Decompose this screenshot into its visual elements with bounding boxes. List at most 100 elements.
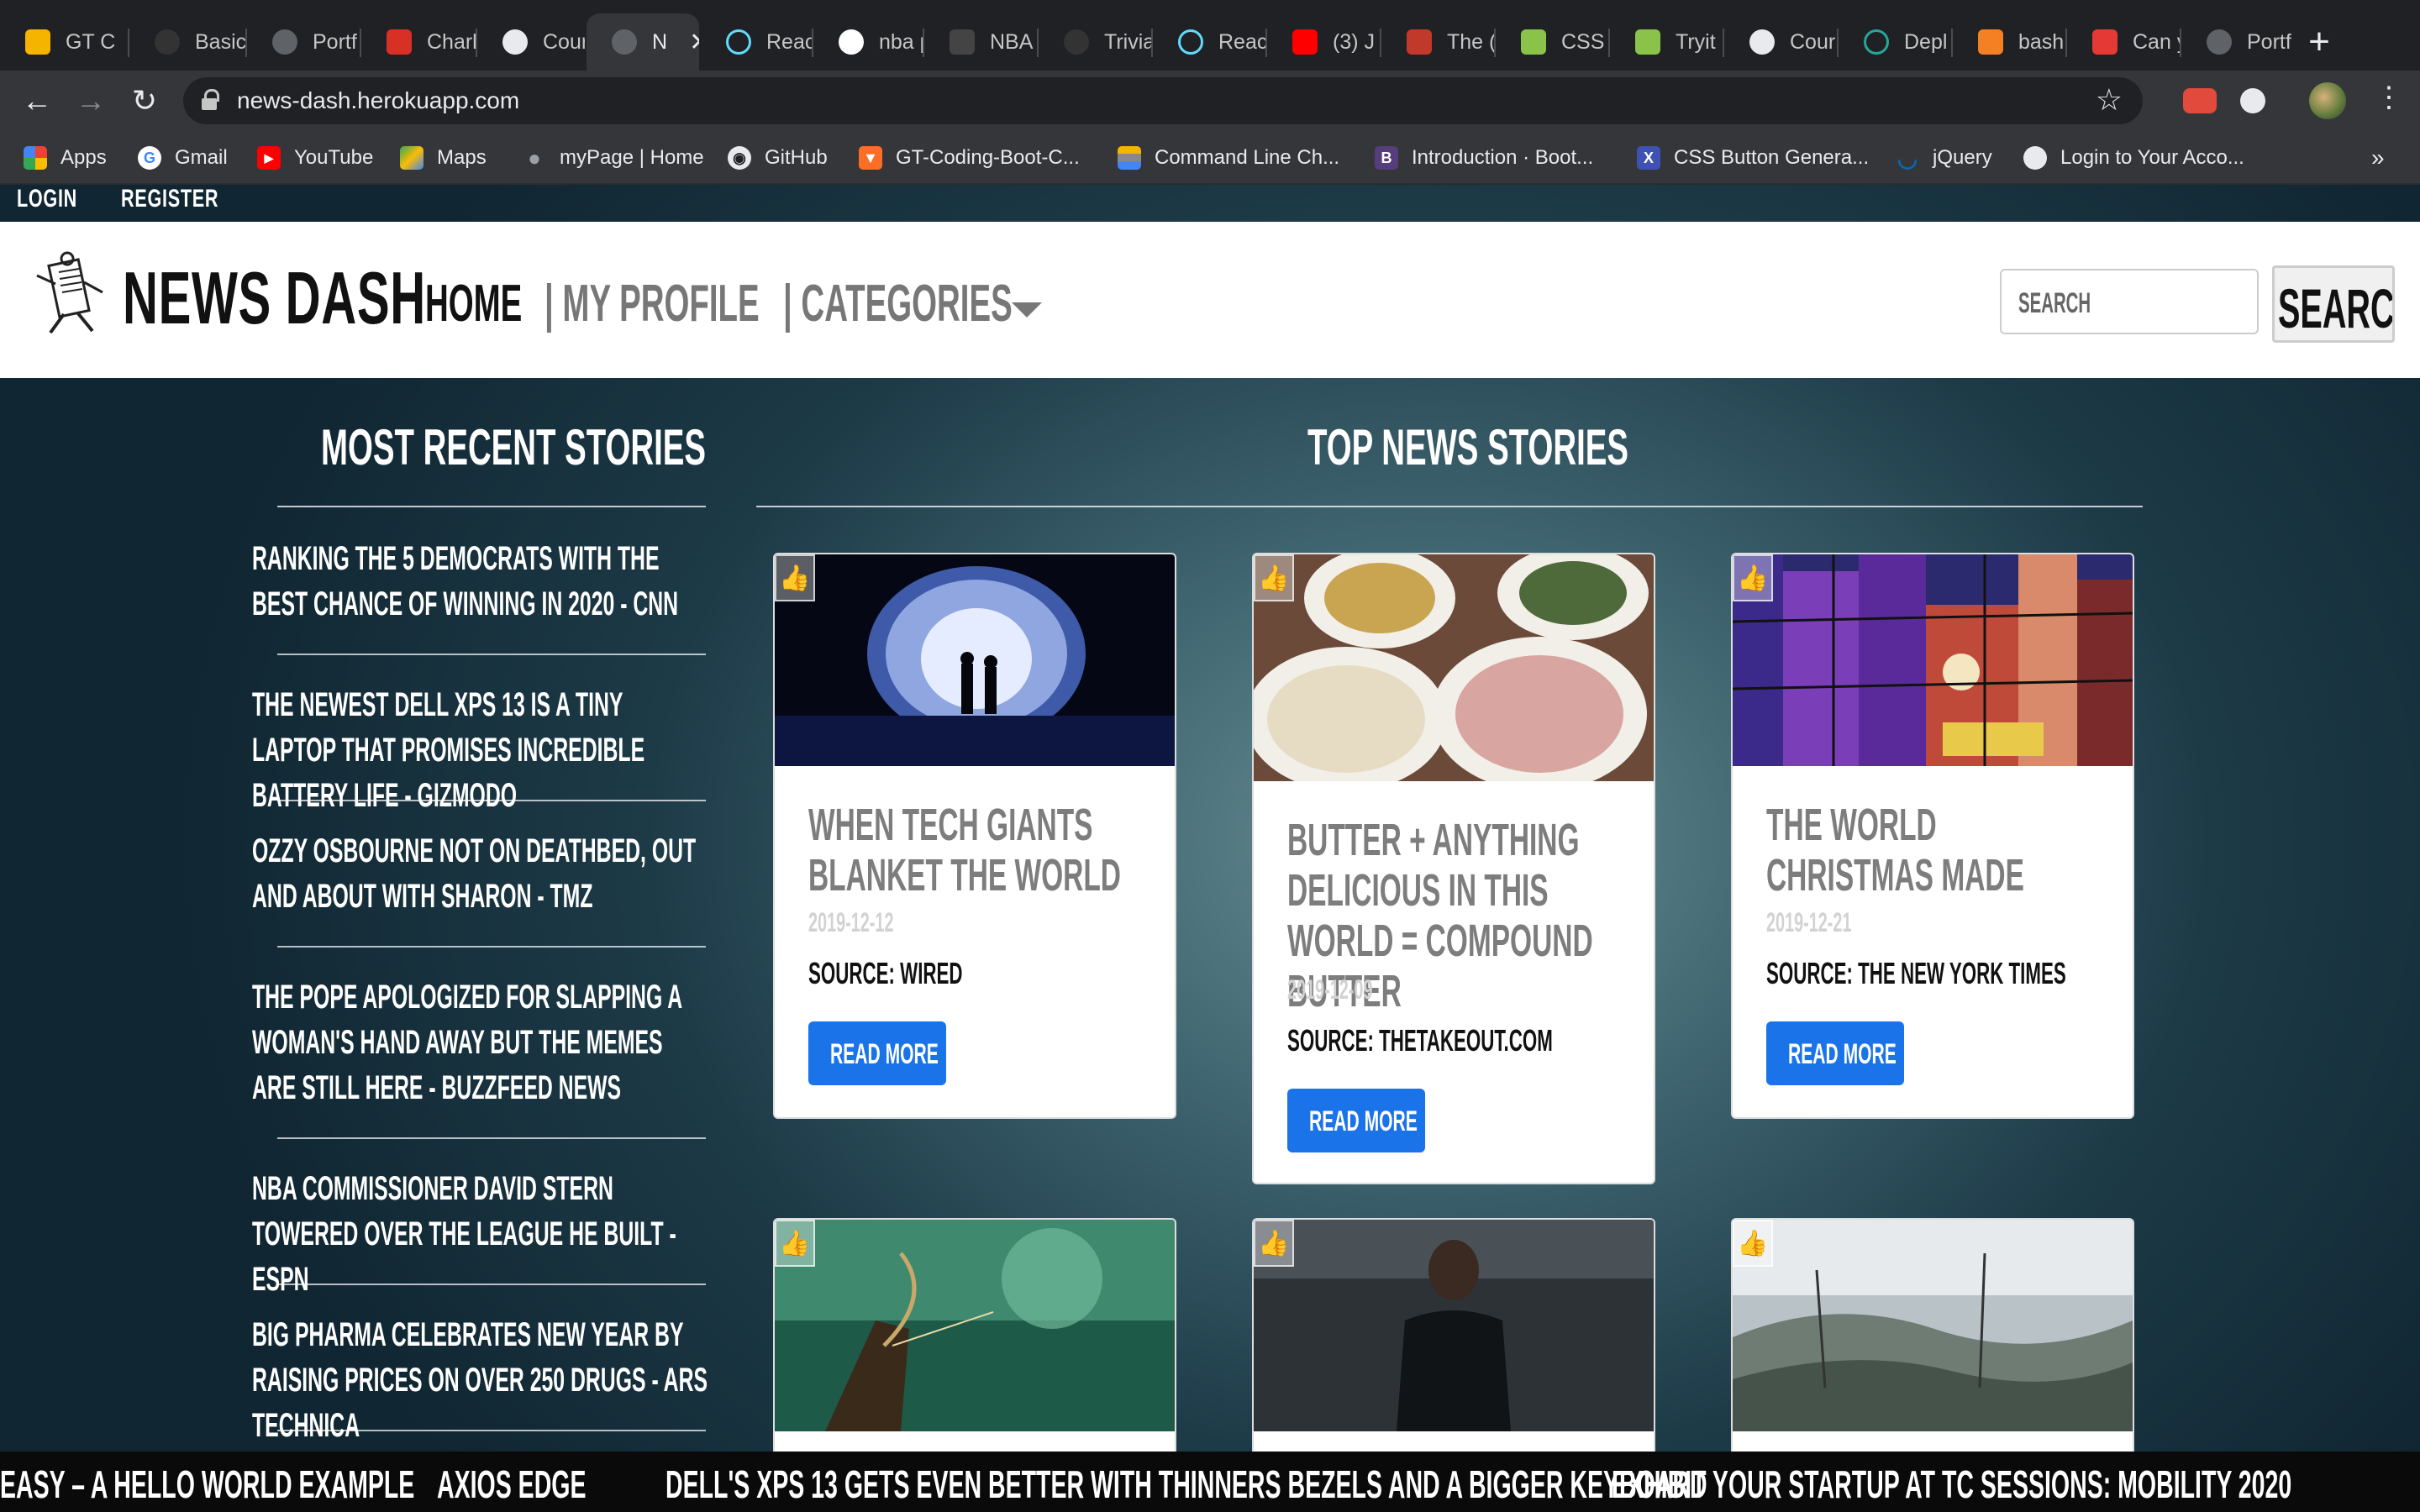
bookmark-css-button[interactable]: X CSS Button Genera... <box>1637 141 1869 175</box>
browser-tab[interactable]: Trivia <box>1039 13 1151 71</box>
browser-tab[interactable]: bash <box>1953 13 2065 71</box>
browser-tab[interactable]: Portf <box>2181 13 2294 71</box>
browser-tab[interactable]: Portf <box>247 13 360 71</box>
lock-icon <box>202 89 219 111</box>
back-arrow-icon[interactable]: ← <box>15 79 59 123</box>
globe-icon <box>272 29 297 55</box>
read-more-button[interactable]: READ MORE <box>1287 1089 1425 1152</box>
news-card[interactable]: 👍 Butter + Anything Delicious in This Wo… <box>1252 553 1655 1184</box>
bookmark-youtube[interactable]: ▶ YouTube <box>257 141 373 175</box>
globe-icon <box>2023 146 2047 170</box>
card-image <box>1254 1220 1654 1431</box>
browser-tab[interactable]: GT C <box>0 13 128 71</box>
recent-story-link[interactable]: The newest Dell XPS 13 is a tiny laptop … <box>252 682 739 818</box>
thumbs-up-icon[interactable]: 👍 <box>775 554 815 601</box>
browser-tab[interactable]: CSS <box>1496 13 1608 71</box>
site-brand[interactable]: NEWS DASH <box>123 255 426 341</box>
register-link[interactable]: REGISTER <box>121 185 218 222</box>
ticker-item[interactable]: EASY – A HELLO WORLD EXAMPLE <box>0 1462 414 1507</box>
forward-arrow-icon[interactable]: → <box>69 79 113 123</box>
news-card[interactable]: 👍 When Tech Giants Blanket the World 201… <box>773 553 1176 1119</box>
bookmark-apps[interactable]: Apps <box>24 141 107 175</box>
newspaper-mascot-logo[interactable] <box>25 250 113 338</box>
extension-icon[interactable] <box>2240 88 2265 113</box>
bookmarks-bar: Apps G Gmail ▶ YouTube Maps ● myPage | Home… <box>0 131 2420 185</box>
apps-grid-icon <box>24 146 47 170</box>
thumbs-up-icon[interactable]: 👍 <box>1733 554 1773 601</box>
news-ticker: EASY – A HELLO WORLD EXAMPLE AXIOS EDGE … <box>0 1452 2420 1512</box>
browser-tab[interactable]: nba p <box>813 13 923 71</box>
extension-icon[interactable] <box>2183 88 2217 113</box>
bookmark-mypage[interactable]: ● myPage | Home <box>523 141 704 175</box>
recent-story-link[interactable]: Ozzy Osbourne Not on Deathbed, Out and A… <box>252 828 739 919</box>
bookmarks-overflow-icon[interactable]: » <box>2371 144 2385 171</box>
thumbs-up-icon[interactable]: 👍 <box>1254 554 1294 601</box>
search-input[interactable]: SEARCH <box>2000 269 2259 334</box>
site-icon <box>2092 29 2118 55</box>
browser-tab-strip: GT C Basic Portf Charl Cour N✕ Reac nba … <box>0 0 2420 71</box>
card-image <box>775 554 1175 766</box>
new-tab-plus-icon[interactable]: + <box>2296 18 2343 66</box>
browser-tab[interactable]: Cour <box>477 13 585 71</box>
browser-tab[interactable]: (3) J <box>1267 13 1380 71</box>
bookmark-gitlab[interactable]: ▼ GT-Coding-Boot-C... <box>859 141 1080 175</box>
browser-tab[interactable]: Depl <box>1839 13 1951 71</box>
site-icon <box>1407 29 1432 55</box>
browser-tab[interactable]: Charl <box>361 13 476 71</box>
nav-categories[interactable]: | CATEGORIES <box>783 274 1013 333</box>
divider <box>277 1284 706 1285</box>
browser-tab[interactable]: The ( <box>1381 13 1494 71</box>
login-link[interactable]: LOGIN <box>17 185 77 222</box>
ticker-item[interactable]: DELL'S XPS 13 GETS EVEN BETTER WITH THIN… <box>666 1462 1707 1507</box>
browser-tab[interactable]: Reac <box>701 13 812 71</box>
card-source: SOURCE: THE NEW YORK TIMES <box>1766 956 2066 990</box>
reload-icon[interactable]: ↻ <box>123 79 166 123</box>
browser-toolbar: ← → ↻ news-dash.herokuapp.com ☆ ⋮ <box>0 71 2420 131</box>
x-icon: X <box>1637 146 1660 170</box>
read-more-button[interactable]: READ MORE <box>1766 1021 1904 1085</box>
bookmark-maps[interactable]: Maps <box>400 141 487 175</box>
bookmark-bootstrap[interactable]: B Introduction · Boot... <box>1375 141 1593 175</box>
card-title[interactable]: The World Christmas Made <box>1766 800 2100 900</box>
ticker-item[interactable]: AXIOS EDGE <box>437 1462 587 1507</box>
read-more-button[interactable]: READ MORE <box>808 1021 946 1085</box>
browser-tab[interactable]: Can y <box>2067 13 2180 71</box>
nav-my-profile[interactable]: | MY PROFILE <box>544 274 760 333</box>
github-icon: ◉ <box>728 146 751 170</box>
recent-story-link[interactable]: Ranking the 5 Democrats with the best ch… <box>252 536 739 627</box>
card-title[interactable]: When Tech Giants Blanket the World <box>808 800 1142 900</box>
ticker-item[interactable]: EXHIBIT YOUR STARTUP AT TC SESSIONS: MOB… <box>1612 1462 2291 1507</box>
thumbs-up-icon[interactable]: 👍 <box>1733 1220 1773 1267</box>
google-icon: G <box>138 146 161 170</box>
search-placeholder: SEARCH <box>2018 287 2091 319</box>
thumbs-up-icon[interactable]: 👍 <box>775 1220 815 1267</box>
browser-tab[interactable]: NBA <box>924 13 1037 71</box>
search-button[interactable]: SEARCH <box>2272 265 2395 343</box>
bookmark-gmail[interactable]: G Gmail <box>138 141 228 175</box>
browser-menu-icon[interactable]: ⋮ <box>2375 81 2403 114</box>
recent-story-link[interactable]: The Pope apologized for slapping a woman… <box>252 974 739 1110</box>
apple-icon: ● <box>528 144 541 171</box>
react-icon <box>726 29 751 55</box>
site-icon <box>950 29 975 55</box>
bookmark-command-line[interactable]: Command Line Ch... <box>1118 141 1339 175</box>
browser-tab[interactable]: Cour <box>1724 13 1837 71</box>
bookmark-jquery[interactable]: ◡ jQuery <box>1896 141 1992 175</box>
browser-tab[interactable]: Basic <box>129 13 245 71</box>
recent-story-link[interactable]: Big Pharma celebrates new year by raisin… <box>252 1312 739 1448</box>
recent-story-link[interactable]: NBA commissioner David Stern towered ove… <box>252 1166 739 1302</box>
address-bar[interactable]: news-dash.herokuapp.com ☆ <box>183 77 2143 124</box>
nav-home[interactable]: HOME <box>425 274 522 333</box>
bookmark-github[interactable]: ◉ GitHub <box>728 141 828 175</box>
card-date: 2019-12-21 <box>1766 907 1852 937</box>
browser-tab-active[interactable]: N✕ <box>587 13 699 71</box>
browser-tab[interactable]: Tryit <box>1610 13 1723 71</box>
news-card[interactable]: 👍 The World Christmas Made 2019-12-21 SO… <box>1731 553 2134 1119</box>
bookmark-login[interactable]: Login to Your Acco... <box>2023 141 2244 175</box>
profile-avatar[interactable] <box>2309 82 2346 119</box>
caret-down-icon[interactable] <box>1012 302 1042 318</box>
thumbs-up-icon[interactable]: 👍 <box>1254 1220 1294 1267</box>
bookmark-star-icon[interactable]: ☆ <box>2096 82 2123 118</box>
browser-tab[interactable]: Reac <box>1153 13 1265 71</box>
close-tab-icon[interactable]: ✕ <box>689 28 699 57</box>
